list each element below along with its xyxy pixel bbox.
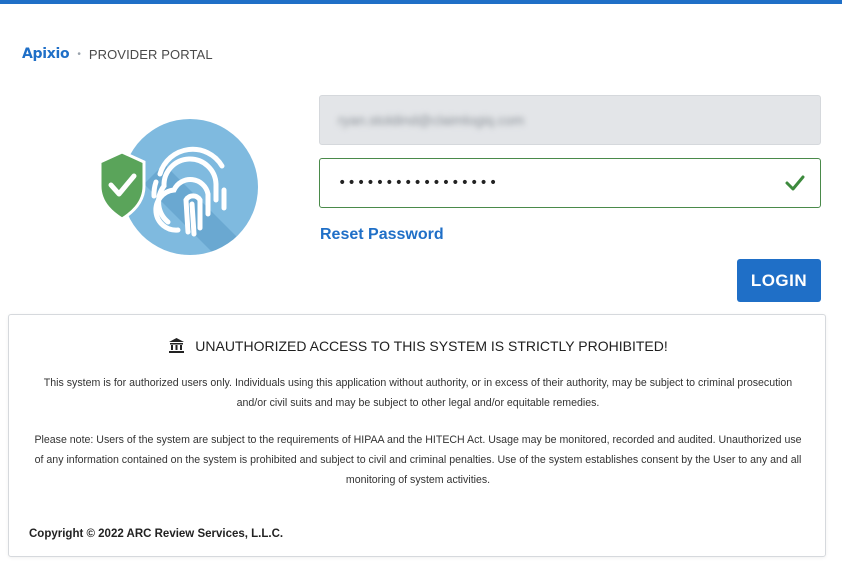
top-accent-bar	[0, 0, 842, 4]
notice-paragraph-authorized-users: This system is for authorized users only…	[43, 377, 793, 409]
portal-name: PROVIDER PORTAL	[88, 46, 213, 62]
email-field[interactable]: ryan.stoldind@claimlogiq.com	[319, 95, 821, 145]
checkmark-icon	[785, 175, 805, 191]
password-value: •••••••••••••••••	[338, 175, 499, 191]
notice-paragraph-hipaa: Please note: Users of the system are sub…	[34, 434, 802, 486]
login-page: Apixio • PROVIDER PORTAL ryan.stoldind@c…	[0, 0, 842, 569]
bank-building-icon	[169, 338, 185, 353]
copyright-text: Copyright © 2022 ARC Review Services, L.…	[29, 528, 284, 540]
fingerprint-shield-icon	[64, 104, 264, 284]
brand-separator: •	[77, 48, 81, 60]
notice-title-text: UNAUTHORIZED ACCESS TO THIS SYSTEM IS ST…	[195, 337, 668, 354]
password-field[interactable]: •••••••••••••••••	[319, 158, 821, 208]
email-value: ryan.stoldind@claimlogiq.com	[338, 112, 525, 128]
notice-title: UNAUTHORIZED ACCESS TO THIS SYSTEM IS ST…	[9, 337, 827, 354]
brand-header: Apixio • PROVIDER PORTAL	[22, 46, 213, 62]
login-button[interactable]: LOGIN	[737, 259, 821, 302]
reset-password-link[interactable]: Reset Password	[320, 226, 444, 244]
apixio-logo: Apixio	[22, 46, 70, 62]
unauthorized-access-notice: UNAUTHORIZED ACCESS TO THIS SYSTEM IS ST…	[8, 314, 826, 557]
